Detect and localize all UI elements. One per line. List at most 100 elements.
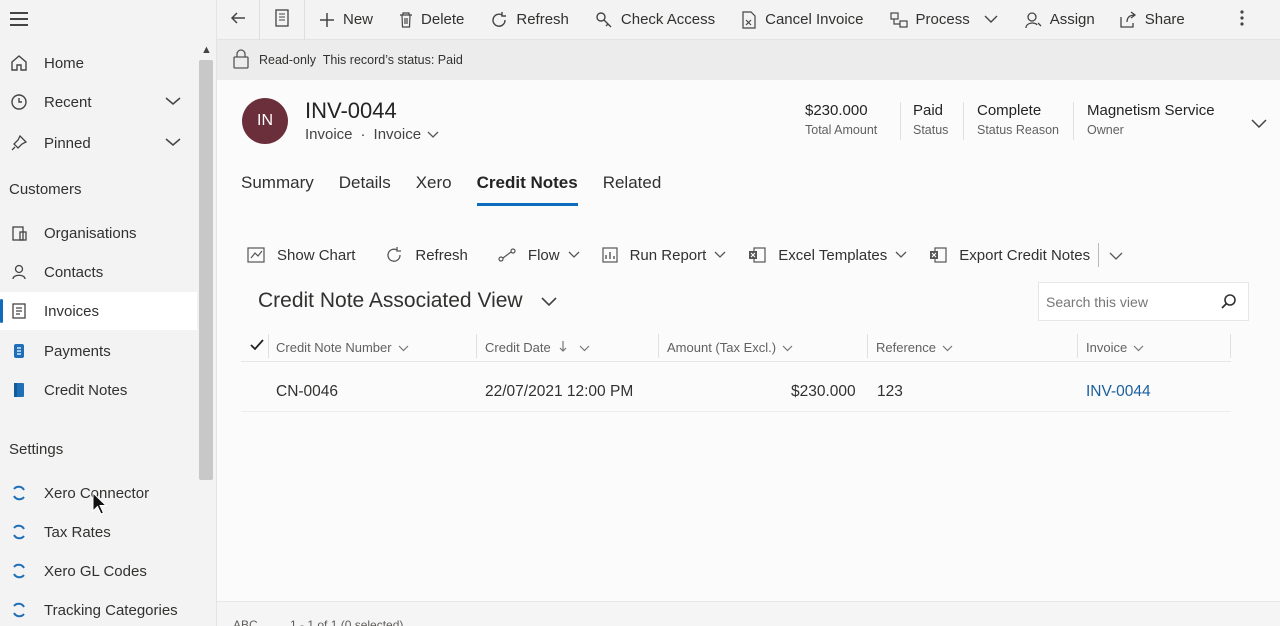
- header-field-total-amount: $230.000 Total Amount: [805, 102, 877, 137]
- chart-icon: [247, 247, 265, 263]
- sidebar-item-label: Contacts: [44, 263, 104, 281]
- divider: [1073, 102, 1074, 140]
- chevron-down-icon[interactable]: [164, 94, 182, 111]
- column-header-credit-date[interactable]: Credit Date: [485, 340, 590, 355]
- section-header-customers: Customers: [9, 181, 82, 198]
- form-icon: [274, 8, 290, 31]
- select-all-checkmark-icon[interactable]: [250, 339, 264, 351]
- sidebar-item-organisations[interactable]: Organisations: [0, 214, 197, 252]
- export-credit-notes-label: Export Credit Notes: [959, 246, 1091, 264]
- lock-icon: [233, 48, 249, 72]
- expand-header-chevron-icon[interactable]: [1251, 116, 1267, 134]
- column-label: Invoice: [1086, 340, 1128, 355]
- sidebar-item-label: Pinned: [44, 134, 91, 152]
- payment-icon: [9, 341, 29, 361]
- hamburger-menu-icon[interactable]: [10, 12, 28, 26]
- scroll-up-icon[interactable]: ▲: [201, 44, 212, 56]
- more-commands-chevron-icon[interactable]: [1109, 247, 1123, 264]
- cell-reference: 123: [877, 383, 903, 400]
- excel-icon: [748, 247, 766, 263]
- export-credit-notes-button[interactable]: Export Credit Notes: [929, 247, 1090, 264]
- trash-icon: [399, 11, 413, 28]
- column-label: Reference: [876, 340, 936, 355]
- column-label: Credit Note Number: [276, 340, 392, 355]
- sidebar-item-pinned[interactable]: Pinned: [0, 124, 197, 162]
- command-bar: New Delete Refresh Check Access Cancel I…: [217, 0, 1280, 40]
- search-placeholder: Search this view: [1046, 293, 1148, 310]
- run-report-label: Run Report: [629, 246, 707, 264]
- tab-details[interactable]: Details: [339, 173, 391, 206]
- chevron-down-icon: [398, 340, 409, 355]
- form-selector[interactable]: Invoice: [374, 126, 422, 143]
- subgrid-command-bar: Show Chart Refresh Flow Run Report Excel…: [247, 242, 1123, 268]
- view-selector[interactable]: Credit Note Associated View: [258, 289, 557, 313]
- column-header-credit-note-number[interactable]: Credit Note Number: [276, 340, 409, 355]
- form-selector-button[interactable]: [260, 0, 304, 40]
- divider: [900, 102, 901, 140]
- flow-button[interactable]: Flow: [498, 247, 580, 264]
- subgrid-refresh-label: Refresh: [415, 246, 468, 264]
- sidebar-item-credit-notes[interactable]: Credit Notes: [0, 371, 197, 409]
- show-chart-button[interactable]: Show Chart: [247, 247, 355, 264]
- status-reason-label: Status Reason: [977, 123, 1059, 137]
- search-icon[interactable]: [1220, 293, 1238, 314]
- report-icon: [601, 247, 618, 263]
- sidebar-item-contacts[interactable]: Contacts: [0, 253, 197, 291]
- cancel-invoice-button[interactable]: Cancel Invoice: [721, 0, 869, 40]
- divider: [1098, 243, 1100, 267]
- cell-invoice-link[interactable]: INV-0044: [1086, 383, 1151, 401]
- more-commands-button[interactable]: [1240, 0, 1280, 40]
- sidebar-item-payments[interactable]: Payments: [0, 332, 197, 370]
- refresh-icon: [385, 246, 403, 264]
- delete-label: Delete: [421, 11, 465, 28]
- jump-bar-abc[interactable]: ABC: [233, 618, 258, 626]
- delete-button[interactable]: Delete: [379, 0, 470, 40]
- chevron-down-icon: [984, 11, 998, 28]
- new-label: New: [343, 11, 374, 28]
- subgrid-refresh-button[interactable]: Refresh: [385, 246, 468, 264]
- process-label: Process: [915, 11, 970, 28]
- run-report-button[interactable]: Run Report: [601, 246, 727, 264]
- sidebar-item-xero-gl-codes[interactable]: Xero GL Codes: [0, 552, 197, 590]
- table-row[interactable]: CN-0046 22/07/2021 12:00 PM $230.000 123…: [241, 372, 1231, 412]
- divider: [268, 334, 269, 358]
- sidebar-item-invoices[interactable]: Invoices: [0, 292, 197, 330]
- check-access-button[interactable]: Check Access: [575, 0, 721, 40]
- owner-link[interactable]: Magnetism Service: [1087, 102, 1215, 119]
- divider: [867, 334, 868, 358]
- sidebar-item-tracking-categories[interactable]: Tracking Categories: [0, 591, 197, 626]
- home-icon: [9, 53, 29, 73]
- column-header-invoice[interactable]: Invoice: [1086, 340, 1144, 355]
- new-button[interactable]: New: [305, 0, 379, 40]
- tab-related[interactable]: Related: [603, 173, 662, 206]
- process-button[interactable]: Process: [870, 0, 1004, 40]
- chevron-down-icon[interactable]: [427, 126, 439, 143]
- tab-xero[interactable]: Xero: [416, 173, 452, 206]
- record-title: INV-0044: [305, 98, 397, 123]
- share-button[interactable]: Share: [1101, 0, 1191, 40]
- sidebar-item-label: Tax Rates: [44, 523, 111, 541]
- chevron-down-icon[interactable]: [164, 135, 182, 152]
- column-header-reference[interactable]: Reference: [876, 340, 953, 355]
- refresh-button[interactable]: Refresh: [470, 0, 575, 40]
- record-count: 1 - 1 of 1 (0 selected): [290, 618, 404, 626]
- sidebar-item-label: Credit Notes: [44, 381, 128, 399]
- tab-summary[interactable]: Summary: [241, 173, 314, 206]
- back-button[interactable]: [217, 0, 259, 40]
- assign-label: Assign: [1049, 11, 1095, 28]
- sidebar-item-label: Recent: [44, 93, 92, 111]
- sidebar-item-home[interactable]: Home: [0, 44, 197, 82]
- sidebar-item-recent[interactable]: Recent: [0, 83, 197, 121]
- sidebar-item-label: Payments: [44, 342, 111, 360]
- flow-label: Flow: [527, 246, 560, 264]
- cell-credit-note-number[interactable]: CN-0046: [276, 383, 338, 401]
- column-header-amount[interactable]: Amount (Tax Excl.): [667, 340, 793, 355]
- divider: [658, 334, 659, 358]
- sidebar-scrollbar[interactable]: [199, 60, 213, 480]
- assign-button[interactable]: Assign: [1004, 0, 1101, 40]
- tab-credit-notes[interactable]: Credit Notes: [476, 173, 578, 206]
- search-view-input[interactable]: Search this view: [1038, 282, 1249, 321]
- excel-templates-button[interactable]: Excel Templates: [748, 247, 907, 264]
- separator-dot: ·: [360, 126, 366, 143]
- excel-export-icon: [929, 247, 947, 263]
